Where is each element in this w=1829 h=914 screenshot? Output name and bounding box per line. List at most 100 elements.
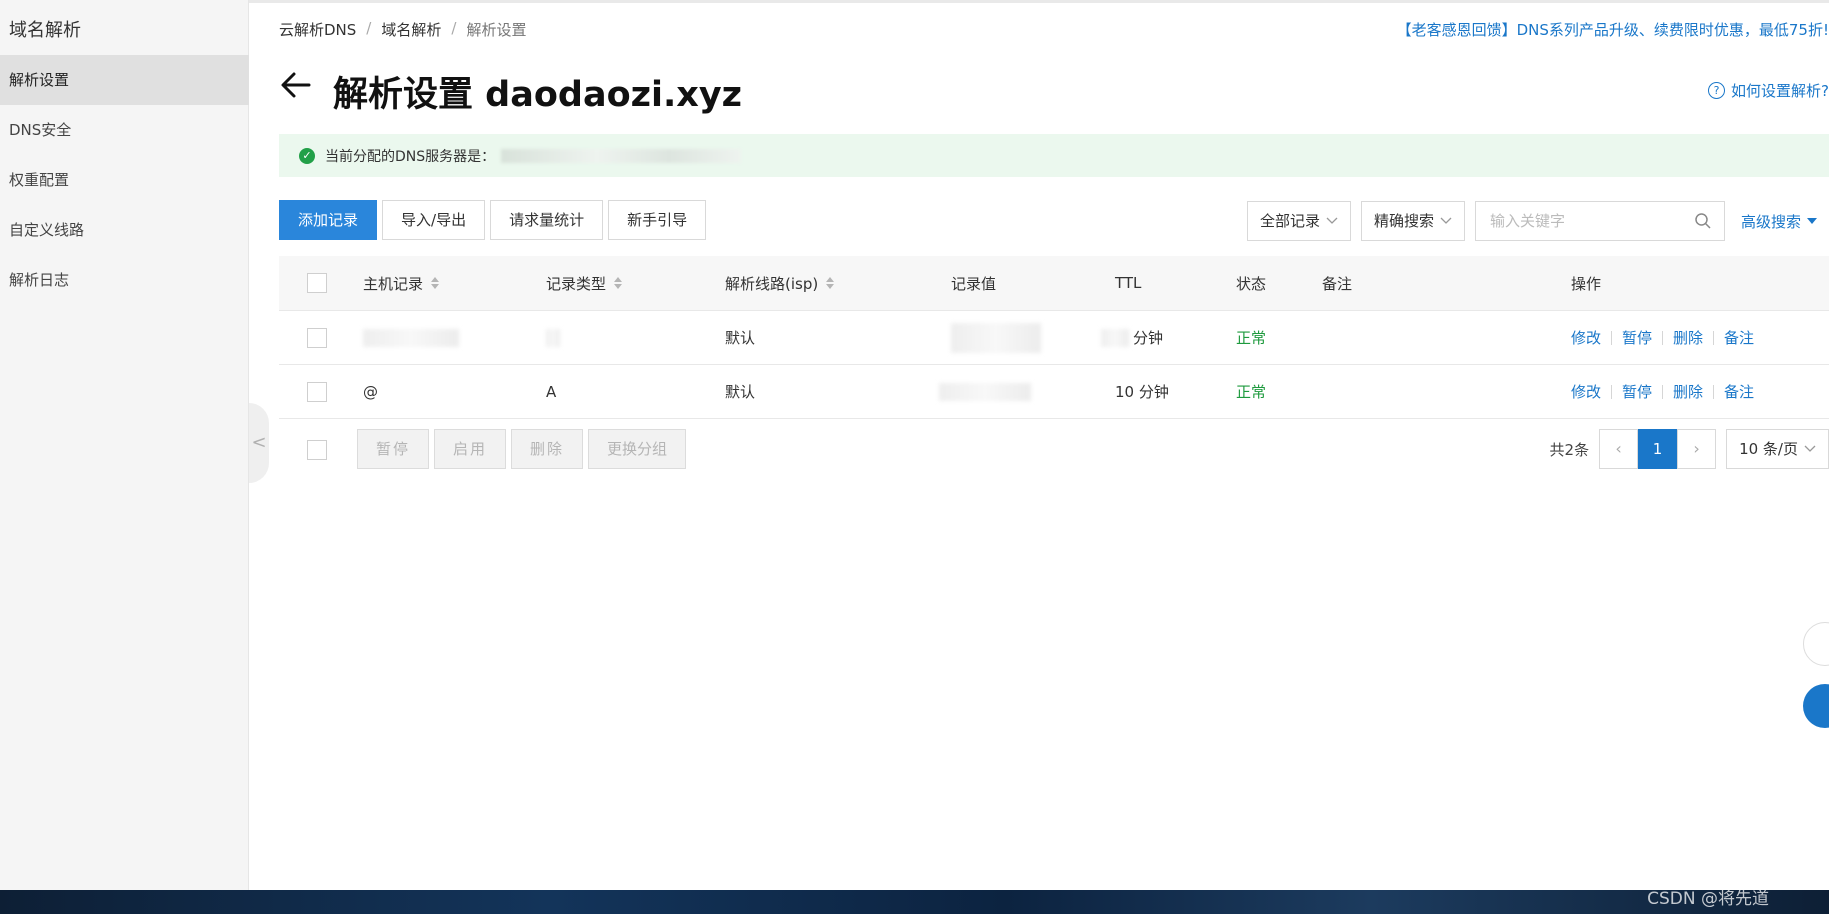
- row-actions: 修改 暂停 删除 备注: [1571, 311, 1754, 364]
- top-border: [0, 0, 1829, 3]
- caret-down-icon: [1807, 218, 1817, 224]
- sidebar-nav: 解析设置 DNS安全 权重配置 自定义线路 解析日志: [0, 55, 249, 305]
- redacted-type: [546, 328, 560, 347]
- bulk-delete-button[interactable]: 删除: [511, 429, 584, 469]
- sidebar-item-resolution-log[interactable]: 解析日志: [0, 255, 249, 305]
- column-header-type[interactable]: 记录类型: [546, 256, 623, 310]
- cell-host: @: [363, 382, 378, 401]
- remark-link[interactable]: 备注: [1724, 327, 1754, 348]
- page-size-select[interactable]: 10 条/页: [1726, 429, 1829, 469]
- remark-link[interactable]: 备注: [1724, 381, 1754, 402]
- help-link[interactable]: ? 如何设置解析?: [1708, 80, 1829, 101]
- cell-status: 正常: [1236, 329, 1267, 347]
- breadcrumb-item-domain-resolution[interactable]: 域名解析: [381, 19, 441, 40]
- bulk-select-checkbox[interactable]: [307, 440, 327, 460]
- delete-link[interactable]: 删除: [1673, 381, 1703, 402]
- records-table: 主机记录 记录类型 解析线路(isp) 记录值 TTL 状态 备注 操作 默认: [279, 256, 1829, 419]
- row-checkbox[interactable]: [307, 381, 327, 402]
- sidebar-item-resolution-settings[interactable]: 解析设置: [0, 55, 249, 105]
- action-divider: [1713, 330, 1715, 345]
- table-row: 默认 分钟 正常 修改 暂停 删除 备注: [279, 311, 1829, 365]
- bulk-actions: 暂停 启用 删除 更换分组: [357, 429, 687, 469]
- column-header-ttl: TTL: [1115, 274, 1142, 292]
- table-row: @ A 默认 10 分钟 正常 修改 暂停 删除 备注: [279, 365, 1829, 419]
- advanced-search-toggle[interactable]: 高级搜索: [1741, 211, 1817, 232]
- column-header-remark: 备注: [1322, 274, 1353, 293]
- breadcrumb: 云解析DNS / 域名解析 / 解析设置: [279, 19, 526, 40]
- page-number-button[interactable]: 1: [1638, 429, 1678, 469]
- cell-line: 默认: [725, 383, 756, 401]
- search-icon[interactable]: [1694, 212, 1712, 230]
- import-export-button[interactable]: 导入/导出: [382, 200, 486, 240]
- sidebar: 域名解析 解析设置 DNS安全 权重配置 自定义线路 解析日志: [0, 0, 249, 890]
- action-divider: [1662, 330, 1664, 345]
- desktop-strip: [0, 890, 1829, 914]
- column-header-status: 状态: [1236, 274, 1267, 293]
- table-header: 主机记录 记录类型 解析线路(isp) 记录值 TTL 状态 备注 操作: [279, 256, 1829, 311]
- breadcrumb-separator: /: [451, 19, 457, 37]
- record-filter-value: 全部记录: [1259, 212, 1320, 230]
- bulk-enable-button[interactable]: 启用: [434, 429, 507, 469]
- column-header-line[interactable]: 解析线路(isp): [725, 256, 835, 310]
- pause-link[interactable]: 暂停: [1622, 327, 1652, 348]
- sort-icon: [614, 277, 623, 289]
- redacted-value: [951, 322, 1041, 353]
- edit-link[interactable]: 修改: [1571, 327, 1601, 348]
- search-box: [1474, 201, 1725, 241]
- action-divider: [1611, 330, 1613, 345]
- breadcrumb-item-cloud-dns[interactable]: 云解析DNS: [279, 19, 356, 40]
- request-stats-button[interactable]: 请求量统计: [490, 200, 604, 240]
- help-link-label: 如何设置解析?: [1731, 82, 1829, 100]
- chevron-down-icon: [1326, 217, 1338, 224]
- column-header-value: 记录值: [951, 274, 997, 293]
- action-divider: [1713, 384, 1715, 399]
- page-title: 解析设置 daodaozi.xyz: [333, 75, 743, 115]
- sidebar-item-custom-line[interactable]: 自定义线路: [0, 205, 249, 255]
- delete-link[interactable]: 删除: [1673, 327, 1703, 348]
- back-arrow-icon[interactable]: [279, 68, 313, 102]
- cell-host: [363, 311, 459, 364]
- chevron-down-icon: [1440, 217, 1452, 224]
- cell-value: [951, 311, 1041, 364]
- promo-link[interactable]: 【老客感恩回馈】DNS系列产品升级、续费限时优惠，最低75折!: [1397, 19, 1829, 40]
- sidebar-collapse-handle[interactable]: <: [249, 403, 269, 483]
- next-page-button[interactable]: ›: [1677, 429, 1717, 469]
- toolbar: 添加记录 导入/导出 请求量统计 新手引导: [279, 200, 707, 240]
- feedback-widget[interactable]: [1803, 622, 1829, 666]
- bulk-pause-button[interactable]: 暂停: [357, 429, 430, 469]
- check-circle-icon: ✓: [299, 147, 315, 164]
- prev-page-button[interactable]: ‹: [1599, 429, 1639, 469]
- breadcrumb-item-current: 解析设置: [466, 21, 527, 39]
- cell-type: [546, 311, 560, 364]
- pagination: 共2条 ‹ 1 › 10 条/页: [1550, 429, 1829, 469]
- watermark: CSDN @将先道: [1647, 889, 1769, 909]
- sidebar-item-weight-config[interactable]: 权重配置: [0, 155, 249, 205]
- select-all-checkbox[interactable]: [307, 273, 327, 293]
- row-checkbox[interactable]: [307, 327, 327, 348]
- cell-ttl: 10 分钟: [1115, 383, 1169, 401]
- app-grid-widget[interactable]: [1803, 684, 1829, 728]
- cell-type: A: [546, 382, 557, 401]
- beginner-guide-button[interactable]: 新手引导: [608, 200, 707, 240]
- redacted-host: [363, 328, 459, 347]
- bulk-change-group-button[interactable]: 更换分组: [588, 429, 687, 469]
- sidebar-item-dns-security[interactable]: DNS安全: [0, 105, 249, 155]
- edit-link[interactable]: 修改: [1571, 381, 1601, 402]
- search-mode-select[interactable]: 精确搜索: [1360, 201, 1465, 241]
- sidebar-title: 域名解析: [9, 20, 81, 41]
- redacted-ttl: [1101, 328, 1129, 347]
- question-icon: ?: [1708, 82, 1726, 99]
- action-divider: [1611, 384, 1613, 399]
- record-filter-select[interactable]: 全部记录: [1246, 201, 1351, 241]
- table-footer: 暂停 启用 删除 更换分组 共2条 ‹ 1 › 10 条/页: [279, 429, 1829, 473]
- total-count: 共2条: [1549, 440, 1590, 459]
- cell-value: [939, 365, 1031, 418]
- sort-icon: [431, 277, 440, 289]
- cell-ttl: 分钟: [1101, 311, 1163, 364]
- dns-server-banner: ✓ 当前分配的DNS服务器是：: [279, 134, 1829, 177]
- redacted-value: [939, 382, 1031, 401]
- pause-link[interactable]: 暂停: [1622, 381, 1652, 402]
- add-record-button[interactable]: 添加记录: [279, 200, 378, 240]
- column-header-host[interactable]: 主机记录: [363, 256, 440, 310]
- search-input[interactable]: [1475, 202, 1676, 240]
